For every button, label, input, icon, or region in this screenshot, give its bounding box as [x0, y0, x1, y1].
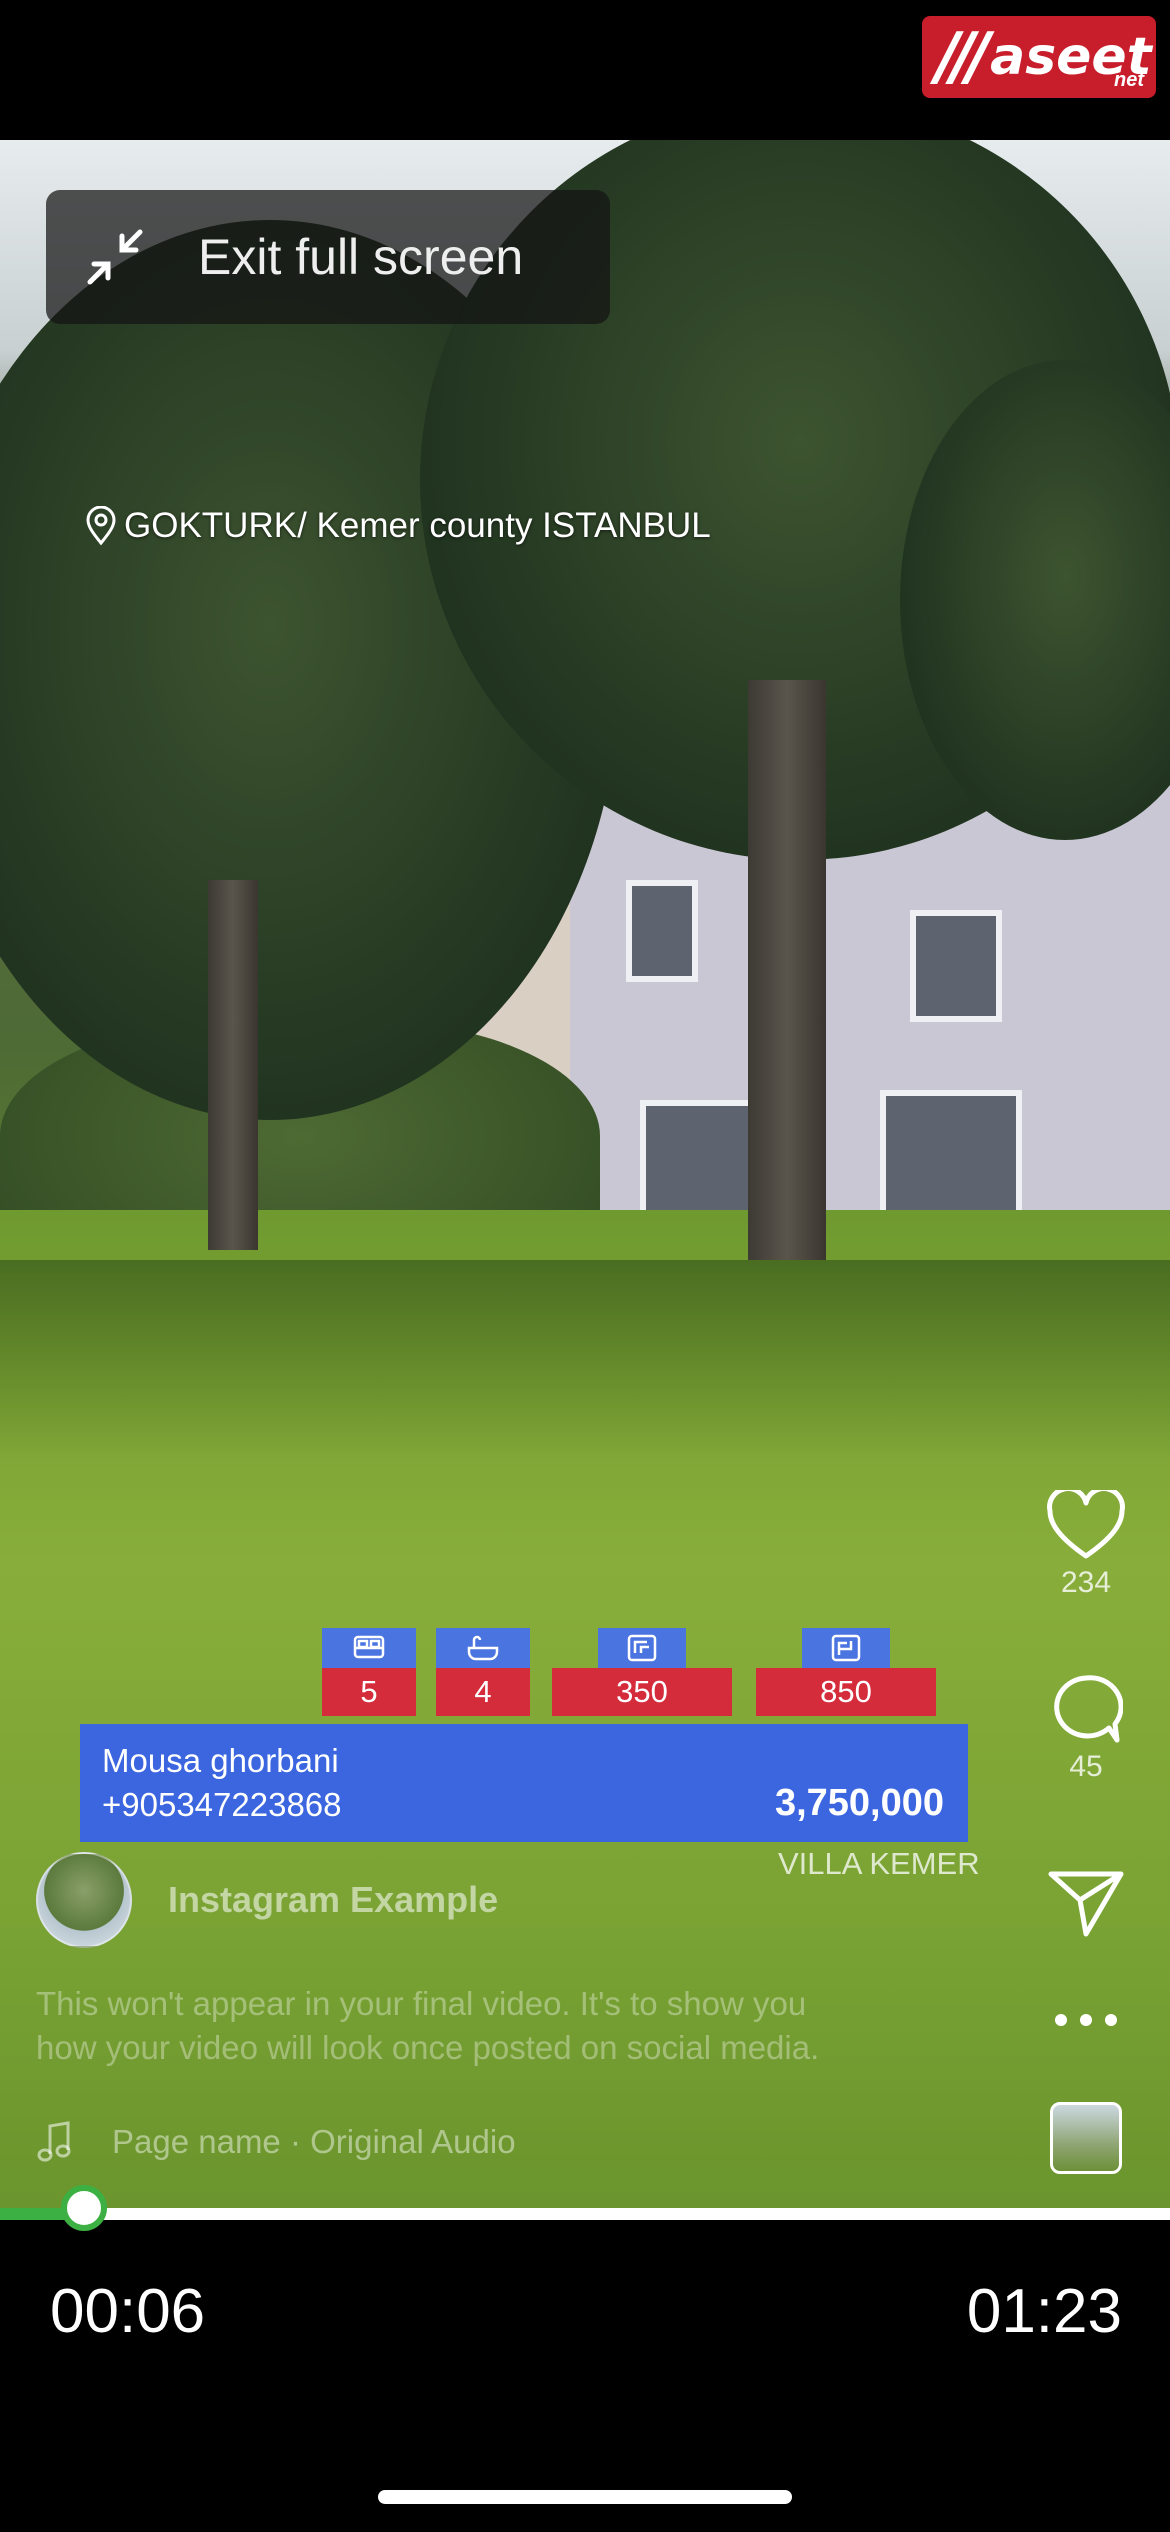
bed-icon: [322, 1628, 416, 1668]
ellipsis-icon: [1055, 2014, 1117, 2026]
stat-value: 5: [322, 1668, 416, 1716]
like-button[interactable]: 234: [1036, 1490, 1136, 1600]
exit-fullscreen-label: Exit full screen: [198, 229, 524, 285]
location-tag: GOKTURK/ Kemer county ISTANBUL: [84, 506, 711, 546]
stat-bedrooms: 5: [322, 1628, 416, 1716]
share-button[interactable]: [1036, 1866, 1136, 1940]
video-lawn-shadow: [0, 1260, 1170, 1460]
aseet-logo: /// aseet net: [922, 16, 1156, 98]
comment-button[interactable]: 45: [1036, 1672, 1136, 1784]
stat-bathrooms: 4: [436, 1628, 530, 1716]
agent-name: Mousa ghorbani: [102, 1742, 339, 1779]
account-name[interactable]: Instagram Example: [168, 1879, 498, 1921]
heart-icon: [1047, 1490, 1125, 1559]
like-count: 234: [1060, 1566, 1112, 1599]
comment-count: 45: [1069, 1750, 1103, 1783]
paper-plane-icon: [1048, 1871, 1124, 1937]
tree-trunk: [748, 680, 826, 1260]
stat-value: 350: [552, 1668, 732, 1716]
villa-window: [910, 910, 1002, 1022]
post-caption: This won't appear in your final video. I…: [36, 1985, 820, 2066]
land-area-icon: [802, 1628, 890, 1668]
audio-label: Page name · Original Audio: [112, 2123, 516, 2160]
account-row[interactable]: Instagram Example: [36, 1852, 498, 1948]
elapsed-time: 00:06: [50, 2277, 206, 2346]
villa-window: [626, 880, 698, 982]
audio-thumbnail[interactable]: [1036, 2102, 1136, 2174]
stat-land-area: 850: [756, 1628, 936, 1716]
progress-scrubber[interactable]: [61, 2185, 108, 2231]
agent-contact-card[interactable]: Mousa ghorbani +905347223868 3,750,000: [80, 1724, 968, 1842]
listing-price: 3,750,000: [774, 1782, 944, 1824]
home-indicator[interactable]: [378, 2490, 792, 2504]
comment-bubble-icon: [1054, 1675, 1123, 1743]
bathtub-icon: [436, 1628, 530, 1668]
stat-value: 4: [436, 1668, 530, 1716]
stat-built-area: 350: [552, 1628, 732, 1716]
more-options-button[interactable]: [1036, 2010, 1136, 2030]
tree-trunk: [208, 880, 258, 1250]
location-text: GOKTURK/ Kemer county ISTANBUL: [124, 506, 711, 545]
agent-phone[interactable]: +905347223868: [102, 1786, 342, 1824]
top-bar: /// aseet net: [0, 0, 1170, 140]
exit-fullscreen-button[interactable]: Exit full screen: [46, 190, 610, 324]
total-duration: 01:23: [966, 2277, 1122, 2346]
audio-thumbnail-image: [1050, 2102, 1122, 2174]
logo-mark: ///: [936, 20, 990, 94]
location-pin-icon: [86, 506, 116, 546]
avatar[interactable]: [36, 1852, 132, 1948]
floor-plan-icon: [598, 1628, 686, 1668]
music-note-icon: [37, 2121, 71, 2162]
listing-title: VILLA KEMER: [778, 1846, 980, 1881]
video-progress-bar[interactable]: [0, 2185, 1170, 2231]
minimize-arrows-icon: [87, 229, 143, 285]
logo-subtext: net: [1114, 69, 1144, 91]
audio-row[interactable]: Page name · Original Audio: [36, 2120, 516, 2164]
stat-value: 850: [756, 1668, 936, 1716]
